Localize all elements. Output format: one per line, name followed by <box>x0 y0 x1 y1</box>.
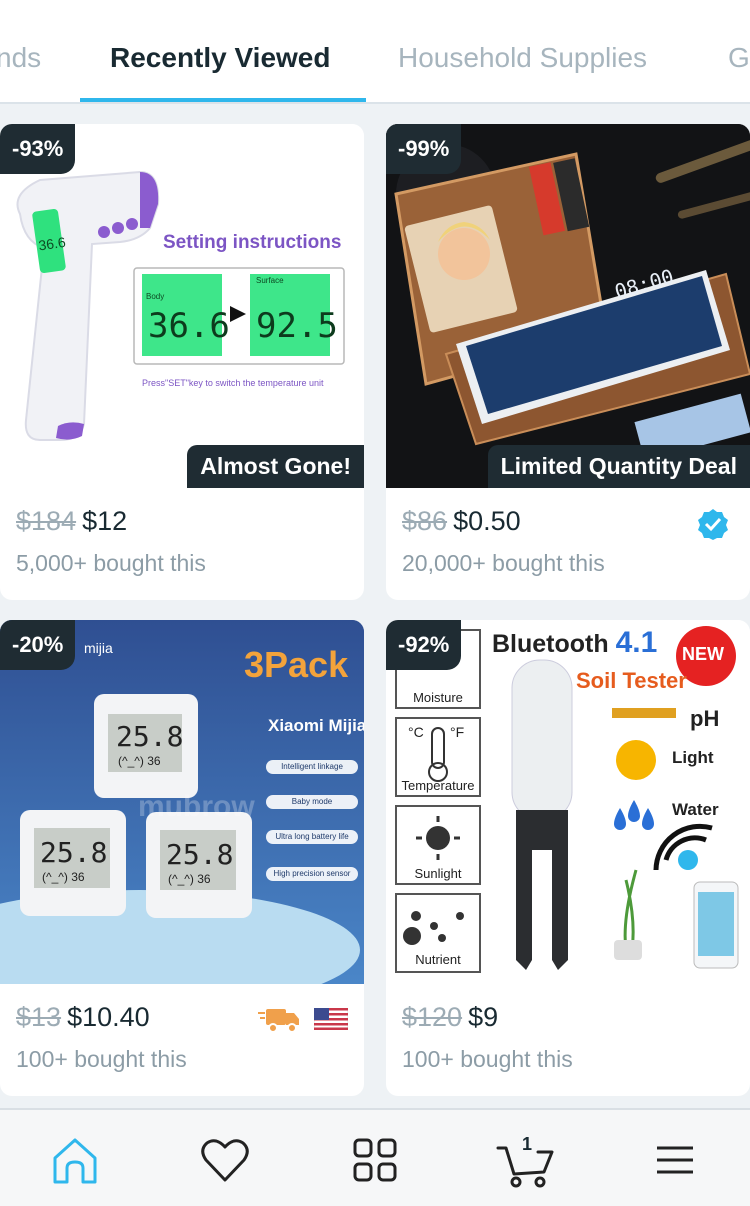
sale-price: $9 <box>468 1002 499 1032</box>
surface-label: Surface <box>256 276 284 285</box>
price-row: $86 $0.50 <box>402 506 521 537</box>
water-label: Water <box>672 800 719 819</box>
fahrenheit-label: °F <box>450 724 465 740</box>
bought-count: 100+ bought this <box>16 1046 187 1072</box>
product-image[interactable]: 36.6 Setting instructions Body Surface 3… <box>0 124 364 488</box>
product-card[interactable]: 08:00 -99% Limited Quantity Deal $86 $0.5… <box>386 124 750 600</box>
menu-icon[interactable] <box>647 1132 703 1188</box>
discount-badge: -93% <box>0 124 76 174</box>
price-row: $13 $10.40 <box>16 1002 150 1033</box>
watermark: mubrow <box>138 790 255 823</box>
sale-price: $12 <box>82 506 128 536</box>
temperature-label: Temperature <box>401 778 475 793</box>
new-badge: NEW <box>682 644 724 664</box>
display-reading: 25.8 <box>166 838 234 871</box>
body-value: 36.6 <box>148 306 230 346</box>
bought-count: 20,000+ bought this <box>402 550 605 576</box>
nutrient-label: Nutrient <box>415 952 461 967</box>
tab-next[interactable]: G <box>728 42 750 74</box>
display-reading: 25.8 <box>116 720 184 753</box>
bottom-navigation: 1 <box>0 1108 750 1206</box>
category-tabs: nds Recently Viewed Household Supplies G <box>0 0 750 104</box>
price-row: $120 $9 <box>402 1002 498 1033</box>
sale-price: $10.40 <box>67 1002 150 1032</box>
product-card[interactable]: Bluetooth 4.1 NEW Soil Tester pH Light W… <box>386 620 750 1096</box>
original-price: $120 <box>402 1002 463 1032</box>
discount-badge: -99% <box>386 124 462 174</box>
display-humidity: (^_^) 36 <box>42 870 85 884</box>
bluetooth-label: Bluetooth 4.1 <box>492 626 658 659</box>
discount-badge: -20% <box>0 620 76 670</box>
image-title: Setting instructions <box>163 232 342 253</box>
tab-household-supplies[interactable]: Household Supplies <box>398 42 647 74</box>
us-flag-icon <box>314 1008 348 1030</box>
tab-brands[interactable]: nds <box>0 42 41 74</box>
product-card[interactable]: mijia 3Pack Xiaomi Mijia Intelligent lin… <box>0 620 364 1096</box>
body-label: Body <box>146 292 165 301</box>
wallet-case-illustration <box>386 124 750 488</box>
pack-label: 3Pack <box>244 644 349 685</box>
bought-count: 100+ bought this <box>402 1046 573 1072</box>
celsius-label: °C <box>408 724 424 740</box>
product-image[interactable]: 08:00 -99% Limited Quantity Deal <box>386 124 750 488</box>
tab-recently-viewed[interactable]: Recently Viewed <box>110 42 330 74</box>
display-humidity: (^_^) 36 <box>168 872 211 886</box>
ph-label: pH <box>690 706 720 731</box>
original-price: $184 <box>16 506 77 536</box>
original-price: $13 <box>16 1002 62 1032</box>
original-price: $86 <box>402 506 448 536</box>
image-note: Press"SET"key to switch the temperature … <box>142 378 324 388</box>
grid-icon[interactable] <box>347 1132 403 1188</box>
sale-price: $0.50 <box>453 506 521 536</box>
urgency-tag: Limited Quantity Deal <box>487 445 750 488</box>
feature-2: Baby mode <box>291 797 333 806</box>
product-card[interactable]: 36.6 Setting instructions Body Surface 3… <box>0 124 364 600</box>
feature-1: Intelligent linkage <box>281 762 343 771</box>
display-humidity: (^_^) 36 <box>118 754 161 768</box>
surface-value: 92.5 <box>256 306 338 346</box>
urgency-tag: Almost Gone! <box>187 445 364 488</box>
heart-icon[interactable] <box>197 1132 253 1188</box>
brand-logo: mijia <box>84 640 113 656</box>
feature-3: Ultra long battery life <box>275 832 349 841</box>
display-reading: 25.8 <box>40 836 108 869</box>
light-label: Light <box>672 748 714 767</box>
sunlight-label: Sunlight <box>414 866 462 881</box>
product-image[interactable]: mijia 3Pack Xiaomi Mijia Intelligent lin… <box>0 620 364 984</box>
bought-count: 5,000+ bought this <box>16 550 206 576</box>
shipping-truck-icon <box>258 1009 299 1033</box>
product-name-overlay: Xiaomi Mijia <box>268 716 364 735</box>
cart-count-badge: 1 <box>522 1134 533 1154</box>
product-image[interactable]: Bluetooth 4.1 NEW Soil Tester pH Light W… <box>386 620 750 984</box>
home-icon[interactable] <box>47 1132 103 1188</box>
price-row: $184 $12 <box>16 506 127 537</box>
soil-tester-label: Soil Tester <box>576 668 687 693</box>
discount-badge: -92% <box>386 620 462 670</box>
moisture-label: Moisture <box>413 690 463 705</box>
feature-4: High precision sensor <box>273 869 351 878</box>
active-tab-indicator <box>80 98 366 102</box>
verified-icon <box>698 509 728 540</box>
